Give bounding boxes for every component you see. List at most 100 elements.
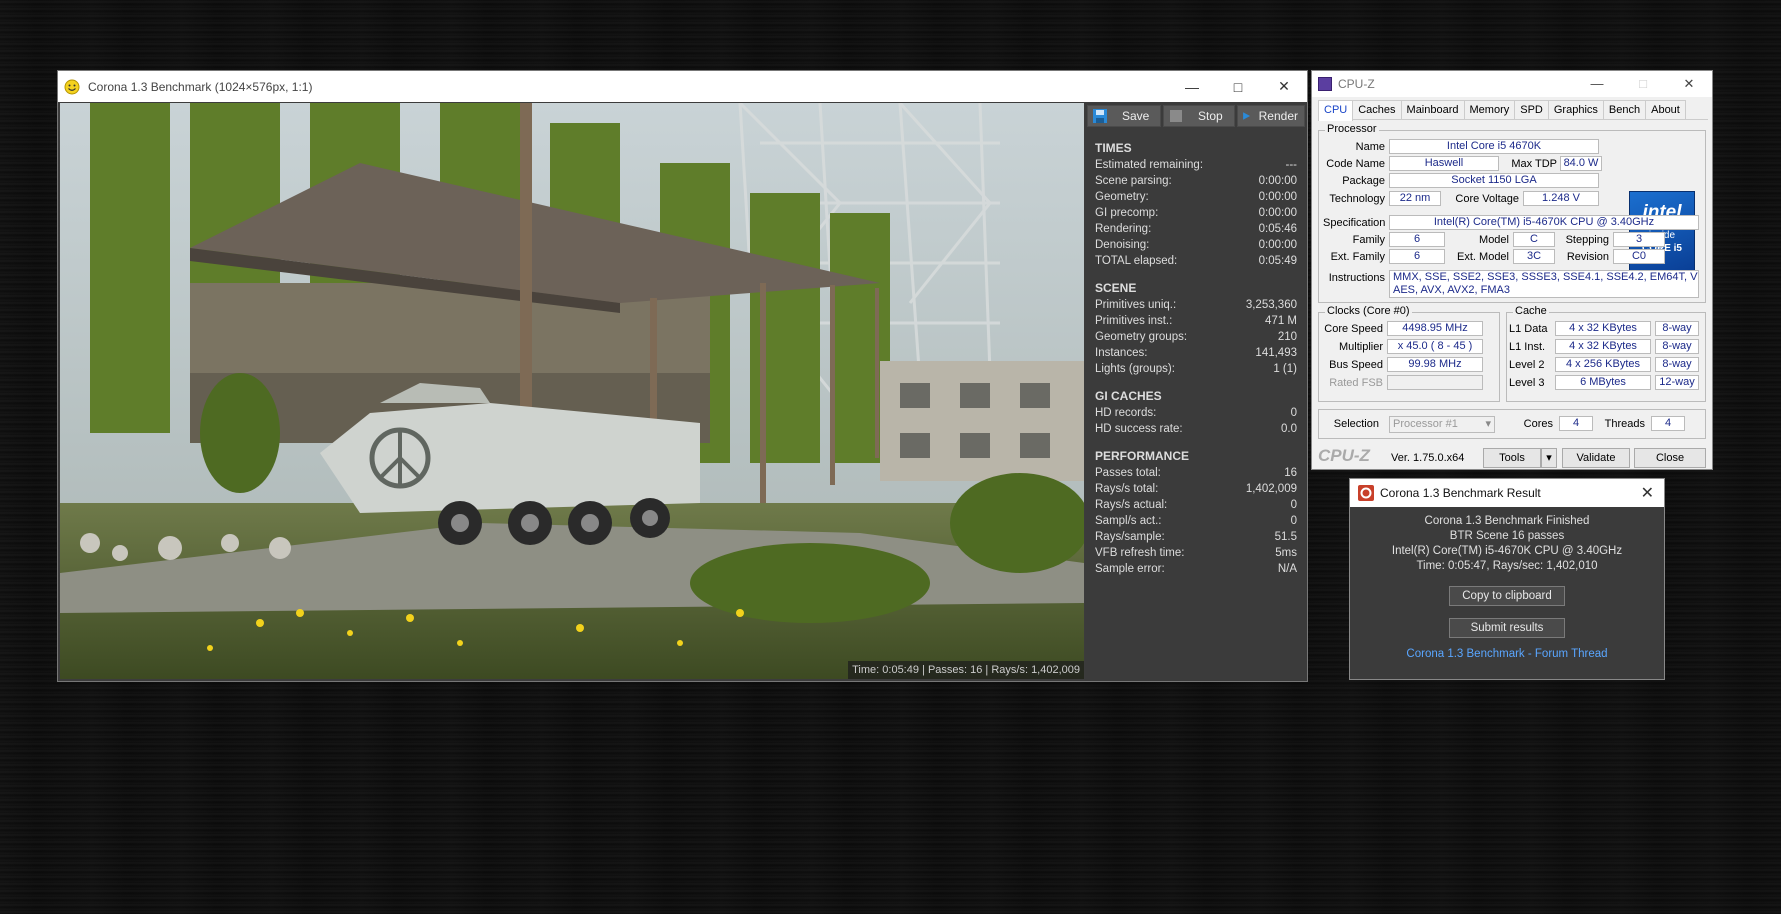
specification-label: Specification — [1323, 217, 1386, 229]
perf-row-value: N/A — [1277, 563, 1297, 575]
save-label: Save — [1122, 109, 1150, 123]
render-label: Render — [1258, 109, 1298, 123]
perf-row-label: Passes total: — [1095, 467, 1161, 479]
scene-row: Geometry groups: 210 — [1085, 329, 1307, 345]
threads-label: Threads — [1604, 418, 1645, 430]
gi-row: HD records: 0 — [1085, 405, 1307, 421]
selection-value: Processor #1 — [1393, 418, 1458, 430]
gi-row-label: HD success rate: — [1095, 423, 1183, 435]
cpuz-brand: CPU-Z — [1318, 446, 1370, 465]
tab-cpu[interactable]: CPU — [1318, 100, 1354, 121]
stats-panel: Save Stop Render TIMES Estimated remaini… — [1085, 103, 1307, 681]
tab-graphics[interactable]: Graphics — [1547, 100, 1604, 119]
corespeed-value: 4498.95 MHz — [1387, 321, 1483, 336]
scene-row-value: 3,253,360 — [1245, 299, 1297, 311]
ratedfsb-value — [1387, 375, 1483, 390]
cpuz-close-action-button[interactable]: Close — [1634, 448, 1706, 468]
render-scene-image — [60, 103, 1084, 679]
times-row-label: Rendering: — [1095, 223, 1152, 235]
cpuz-minimize-button[interactable]: — — [1574, 71, 1620, 97]
cpuz-footer: CPU-Z Ver. 1.75.0.x64 Tools ▾ Validate C… — [1312, 446, 1712, 470]
extfamily-value: 6 — [1389, 249, 1445, 264]
revision-value: C0 — [1613, 249, 1665, 264]
extmodel-label: Ext. Model — [1457, 251, 1509, 263]
extfamily-label: Ext. Family — [1330, 251, 1385, 263]
copy-to-clipboard-button[interactable]: Copy to clipboard — [1449, 586, 1565, 606]
l2-label: Level 2 — [1509, 359, 1545, 371]
stop-label: Stop — [1198, 109, 1223, 123]
stepping-value: 3 — [1613, 232, 1665, 247]
tab-mainboard[interactable]: Mainboard — [1400, 100, 1465, 119]
tab-memory[interactable]: Memory — [1463, 100, 1516, 119]
tools-button[interactable]: Tools — [1483, 448, 1541, 468]
name-value: Intel Core i5 4670K — [1389, 139, 1599, 154]
codename-value: Haswell — [1389, 156, 1499, 171]
cpuz-maximize-button: □ — [1639, 76, 1647, 91]
codename-label: Code Name — [1326, 158, 1385, 170]
times-row: Scene parsing: 0:00:00 — [1085, 173, 1307, 189]
result-line-4: Time: 0:05:47, Rays/sec: 1,402,010 — [1416, 560, 1598, 572]
scene-row-value: 210 — [1277, 331, 1297, 343]
times-heading: TIMES — [1095, 141, 1132, 155]
validate-button[interactable]: Validate — [1562, 448, 1630, 468]
cpuz-title: CPU-Z — [1338, 77, 1375, 91]
l3-way: 12-way — [1655, 375, 1699, 390]
perf-row-label: Rays/s actual: — [1095, 499, 1168, 511]
tools-dropdown-button[interactable]: ▾ — [1541, 448, 1557, 468]
scene-row-label: Instances: — [1095, 347, 1148, 359]
stepping-label: Stepping — [1565, 234, 1609, 246]
tab-bench[interactable]: Bench — [1602, 100, 1647, 119]
family-label: Family — [1352, 234, 1385, 246]
selection-dropdown[interactable]: Processor #1 ▾ — [1389, 416, 1495, 433]
perf-row: VFB refresh time: 5ms — [1085, 545, 1307, 561]
times-row: Geometry: 0:00:00 — [1085, 189, 1307, 205]
gi-row-value: 0 — [1290, 407, 1297, 419]
perf-row: Sample error: N/A — [1085, 561, 1307, 577]
times-row-label: Estimated remaining: — [1095, 159, 1204, 171]
times-row-value: 0:00:00 — [1258, 239, 1297, 251]
cpuz-close-button[interactable]: ✕ — [1666, 71, 1712, 97]
result-titlebar[interactable]: Corona 1.3 Benchmark Result ✕ — [1350, 479, 1664, 507]
perf-row: Rays/s total: 1,402,009 — [1085, 481, 1307, 497]
play-icon — [1243, 112, 1251, 120]
technology-label: Technology — [1329, 193, 1385, 205]
busspeed-value: 99.98 MHz — [1387, 357, 1483, 372]
minimize-button[interactable]: — — [1169, 71, 1215, 102]
submit-results-button[interactable]: Submit results — [1449, 618, 1565, 638]
perf-row: Passes total: 16 — [1085, 465, 1307, 481]
forum-thread-link[interactable]: Corona 1.3 Benchmark - Forum Thread — [1350, 648, 1664, 660]
l1d-label: L1 Data — [1509, 323, 1548, 335]
revision-label: Revision — [1566, 251, 1609, 263]
cache-group: Cache L1 Data 4 x 32 KBytes 8-way L1 Ins… — [1506, 305, 1706, 402]
perf-row-value: 0 — [1290, 499, 1297, 511]
maximize-button[interactable]: □ — [1215, 71, 1261, 102]
times-row-value: 0:00:00 — [1258, 191, 1297, 203]
save-button[interactable]: Save — [1087, 105, 1161, 127]
scene-row-label: Primitives uniq.: — [1095, 299, 1177, 311]
l1i-label: L1 Inst. — [1509, 341, 1546, 353]
perf-row-label: VFB refresh time: — [1095, 547, 1185, 559]
cpuz-titlebar[interactable]: CPU-Z — □ ✕ — [1312, 71, 1712, 97]
tab-caches[interactable]: Caches — [1352, 100, 1402, 119]
scene-row: Lights (groups): 1 (1) — [1085, 361, 1307, 377]
perf-row-label: Sample error: — [1095, 563, 1165, 575]
tab-spd[interactable]: SPD — [1514, 100, 1549, 119]
tab-about[interactable]: About — [1645, 100, 1686, 119]
maxtdp-label: Max TDP — [1511, 158, 1557, 170]
cpuz-window: CPU-Z — □ ✕ CPU Caches Mainboard Memory … — [1311, 70, 1713, 470]
times-row-label: Scene parsing: — [1095, 175, 1172, 187]
perf-row-value: 1,402,009 — [1245, 483, 1297, 495]
corona-titlebar[interactable]: Corona 1.3 Benchmark (1024×576px, 1:1) —… — [58, 71, 1307, 102]
validate-label: Validate — [1576, 452, 1616, 464]
scene-row-label: Geometry groups: — [1095, 331, 1188, 343]
corona-window: Corona 1.3 Benchmark (1024×576px, 1:1) —… — [57, 70, 1308, 682]
processor-group: Processor Name Intel Core i5 4670K Code … — [1318, 123, 1706, 303]
times-row: Denoising: 0:00:00 — [1085, 237, 1307, 253]
instructions-value: MMX, SSE, SSE2, SSE3, SSSE3, SSE4.1, SSE… — [1389, 270, 1699, 298]
result-close-button[interactable]: ✕ — [1641, 483, 1654, 503]
perf-row-label: Sampl/s act.: — [1095, 515, 1162, 527]
close-button[interactable]: ✕ — [1261, 71, 1307, 102]
stop-button[interactable]: Stop — [1163, 105, 1235, 127]
l3-label: Level 3 — [1509, 377, 1545, 389]
render-button[interactable]: Render — [1237, 105, 1305, 127]
